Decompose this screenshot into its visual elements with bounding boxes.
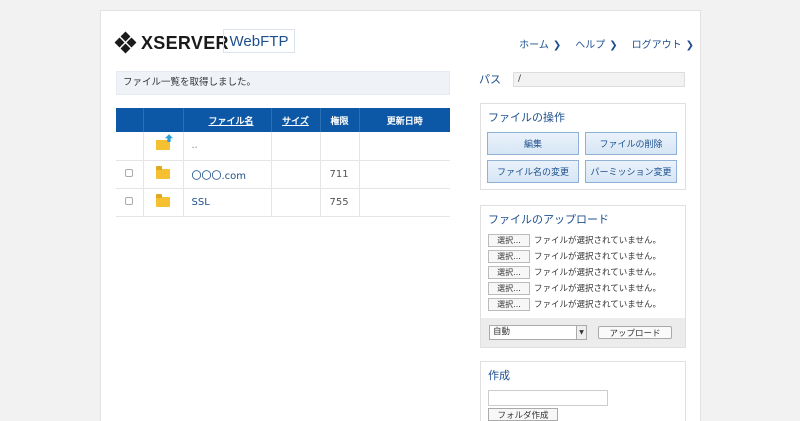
file-upload-panel: ファイルのアップロード 選択... ファイルが選択されていません。 選択... ファ… (480, 205, 686, 348)
choose-file-button[interactable]: 選択... (488, 281, 530, 295)
row-permission-cell: 755 (320, 188, 360, 217)
upload-slot: 選択... ファイルが選択されていません。 (481, 232, 685, 248)
choose-file-button[interactable]: 選択... (488, 249, 530, 263)
file-upload-title: ファイルのアップロード (488, 213, 609, 226)
row-icon-cell (143, 160, 184, 189)
file-name-link[interactable]: SSL (192, 197, 210, 208)
row-size-cell (271, 188, 321, 217)
change-permission-button[interactable]: パーミッション変更 (585, 160, 677, 183)
row-icon-cell (143, 188, 184, 217)
nav-logout-label: ログアウト (631, 40, 682, 51)
header-permission-label: 権限 (330, 116, 349, 127)
chevron-right-icon: ❯ (552, 40, 562, 51)
xserver-logo: XSERVER (114, 31, 229, 54)
header-icon (143, 108, 184, 132)
transfer-mode-select[interactable]: 自動 ▼ (489, 325, 587, 340)
no-file-text: ファイルが選択されていません。 (534, 284, 661, 294)
upload-slot: 選択... ファイルが選択されていません。 (481, 296, 685, 312)
top-navigation: ホーム ❯ ヘルプ ❯ ログアウト ❯ (519, 36, 694, 51)
nav-help-link[interactable]: ヘルプ ❯ (575, 36, 617, 51)
header-permission: 権限 (320, 108, 360, 132)
row-name-cell: SSL (183, 188, 272, 217)
nav-logout-link[interactable]: ログアウト ❯ (632, 36, 694, 51)
file-operations-buttons: 編集 ファイルの削除 ファイル名の変更 パーミッション変更 (481, 130, 685, 183)
choose-file-button[interactable]: 選択... (488, 265, 530, 279)
header-modified-label: 更新日時 (386, 116, 423, 127)
xserver-logo-icon (114, 31, 137, 54)
header-size-label: サイズ (282, 116, 309, 127)
row-modified-cell (359, 188, 450, 217)
delete-file-button[interactable]: ファイルの削除 (585, 132, 677, 155)
folder-icon[interactable] (156, 193, 170, 207)
row-check-cell (116, 132, 144, 161)
transfer-mode-value: 自動 (493, 327, 511, 337)
webftp-page: XSERVER WebFTP ホーム ❯ ヘルプ ❯ ログアウト ❯ ファイル一覧を取… (100, 10, 701, 421)
path-input[interactable] (513, 71, 685, 87)
upload-slot: 選択... ファイルが選択されていません。 (481, 280, 685, 296)
upload-button[interactable]: アップロード (598, 326, 672, 339)
table-row[interactable]: SSL 755 (116, 188, 450, 217)
nav-home-link[interactable]: ホーム ❯ (519, 36, 561, 51)
row-modified-cell (359, 132, 450, 161)
create-folder-button[interactable]: フォルダ作成 (488, 408, 558, 421)
dropdown-arrow-icon: ▼ (576, 326, 586, 339)
chevron-right-icon: ❯ (685, 40, 694, 51)
header-filename[interactable]: ファイル名 (183, 108, 272, 132)
create-panel: 作成 フォルダ作成 (480, 361, 686, 421)
parent-directory-link[interactable]: .. (192, 140, 198, 151)
no-file-text: ファイルが選択されていません。 (534, 236, 661, 246)
choose-file-button[interactable]: 選択... (488, 233, 530, 247)
file-operations-panel: ファイルの操作 編集 ファイルの削除 ファイル名の変更 パーミッション変更 (480, 103, 686, 190)
upload-slot: 選択... ファイルが選択されていません。 (481, 248, 685, 264)
path-row: パス (479, 71, 685, 87)
row-check-cell (116, 188, 144, 217)
row-name-cell: 〇〇〇.com (183, 160, 272, 189)
file-name-link[interactable]: 〇〇〇.com (192, 171, 247, 182)
nav-home-label: ホーム (519, 40, 549, 51)
folder-icon[interactable] (156, 165, 170, 179)
row-icon-cell (143, 132, 184, 161)
table-header-row: ファイル名 サイズ 権限 更新日時 (116, 108, 450, 132)
file-operations-title: ファイルの操作 (488, 111, 565, 124)
row-permission-cell (320, 132, 360, 161)
row-check-cell (116, 160, 144, 189)
row-size-cell (271, 132, 321, 161)
parent-folder-icon[interactable] (156, 140, 170, 151)
rename-file-button[interactable]: ファイル名の変更 (487, 160, 579, 183)
path-label: パス (479, 73, 501, 86)
header-check (116, 108, 144, 132)
row-checkbox[interactable] (125, 196, 134, 205)
row-modified-cell (359, 160, 450, 189)
file-list-table: ファイル名 サイズ 権限 更新日時 .. 〇〇〇.com 711 SSL 755 (116, 108, 450, 217)
header-size[interactable]: サイズ (271, 108, 321, 132)
status-message: ファイル一覧を取得しました。 (116, 71, 450, 95)
upload-slot: 選択... ファイルが選択されていません。 (481, 264, 685, 280)
nav-help-label: ヘルプ (575, 40, 606, 51)
create-title: 作成 (488, 369, 510, 382)
header-filename-label: ファイル名 (208, 116, 254, 127)
row-checkbox[interactable] (125, 168, 134, 177)
upload-action-bar: 自動 ▼ アップロード (481, 318, 685, 347)
choose-file-button[interactable]: 選択... (488, 297, 530, 311)
row-size-cell (271, 160, 321, 189)
header-modified: 更新日時 (359, 108, 450, 132)
chevron-right-icon: ❯ (609, 40, 618, 51)
table-row[interactable]: .. (116, 132, 450, 161)
logo-text: XSERVER (141, 32, 229, 53)
no-file-text: ファイルが選択されていません。 (534, 252, 661, 262)
row-name-cell: .. (183, 132, 272, 161)
product-label: WebFTP (223, 29, 295, 53)
table-row[interactable]: 〇〇〇.com 711 (116, 160, 450, 189)
create-name-input[interactable] (488, 390, 608, 406)
row-permission-cell: 711 (320, 160, 360, 189)
edit-button[interactable]: 編集 (487, 132, 579, 155)
no-file-text: ファイルが選択されていません。 (534, 300, 661, 310)
no-file-text: ファイルが選択されていません。 (534, 268, 661, 278)
